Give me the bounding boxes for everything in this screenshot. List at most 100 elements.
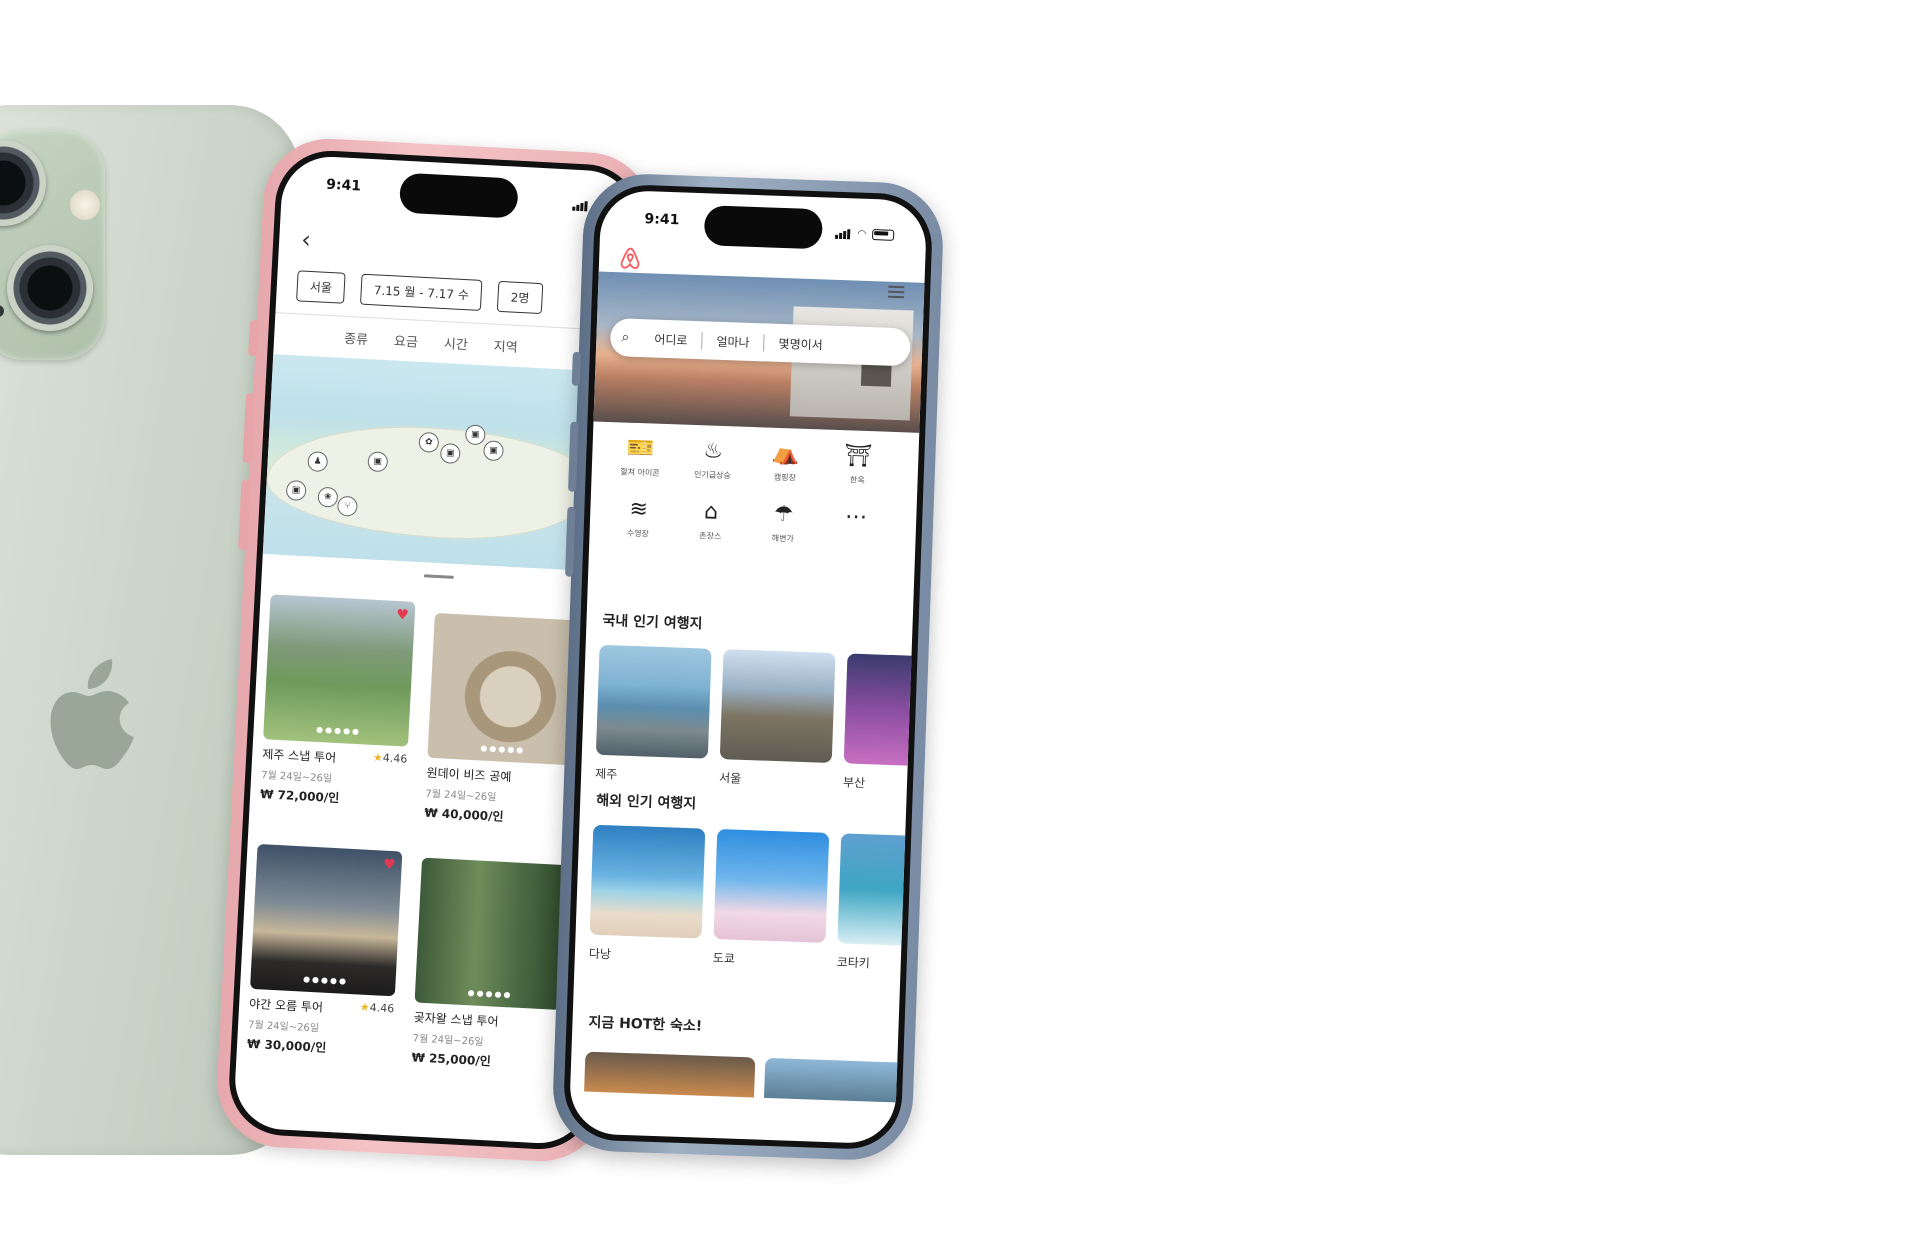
result-rating: ★4.46 [359,1000,395,1016]
result-rating: ★4.46 [372,750,408,766]
category-trending[interactable]: ♨ 인기급상승 [676,436,750,482]
category-camping[interactable]: ⛺ 캠핑장 [748,439,822,485]
category-ticket[interactable]: 🎫 할쳐 아이콘 [604,434,678,480]
hot-listing-photo[interactable] [763,1057,934,1104]
destination-label: 서울 [718,771,742,786]
overseas-section-title: 해외 인기 여행지 [595,792,697,813]
sheet-handle[interactable] [423,574,454,579]
heart-icon[interactable]: ♥ [396,607,409,624]
beach-umbrella-icon: ☂ [773,501,794,528]
result-card[interactable]: ♥ ●●●●● 야간 오름 투어 ★4.46 7월 24일~26일 ₩ 30,0… [247,843,403,1059]
status-time: 9:41 [644,211,680,229]
category-label [819,534,891,537]
status-icons: ◠ [835,220,895,241]
carousel-dots: ●●●●● [302,974,349,986]
result-title: 원데이 비즈 공예 [426,765,512,785]
result-title: 제주 스냅 투어 [261,747,337,765]
destination-card[interactable]: 부산 [843,653,934,794]
category-label: 인기급상승 [693,470,731,481]
destination-label: 부산 [842,775,866,791]
sort-tab-time[interactable]: 시간 [443,333,468,353]
battery-icon [871,229,895,241]
carousel-dots: ●●●●● [315,724,362,737]
destination-card[interactable]: 도쿄 [713,829,830,970]
heart-icon[interactable]: ♥ [383,857,396,874]
filter-guests[interactable]: 2명 [496,280,544,315]
category-label: 할쳐 아이콘 [620,467,660,478]
destination-card[interactable]: 다낭 [589,824,706,966]
filter-row: 서울 7.15 월 - 7.17 수 2명 [296,270,544,315]
search-guests[interactable]: 몇명이서 [764,334,837,354]
carousel-dots: ●●●●● [480,743,526,755]
side-button [571,351,581,386]
signal-icon [835,220,852,240]
sort-tabs: 종류 요금 시간 지역 [344,328,518,356]
category-hanok[interactable]: ⛩ 한옥 [821,441,895,487]
camera-lens-icon [0,140,46,226]
result-photo: ●●●●● [427,612,580,766]
status-time: 9:41 [325,176,362,195]
pool-icon: ≋ [629,496,649,523]
search-icon: ⌕ [621,329,630,346]
result-price: ₩ 72,000/인 [259,787,340,806]
search-price[interactable]: 얼마나 [702,331,765,351]
result-title: 야간 오름 투어 [248,996,324,1015]
carousel-dots: ●●●●● [467,988,513,1000]
result-price: ₩ 40,000/인 [424,805,504,824]
hot-listing-photo[interactable] [584,1051,756,1098]
camping-icon: ⛺ [771,440,800,467]
side-button [248,319,260,357]
flame-icon: ♨ [702,438,724,464]
search-where[interactable]: 어디로 [640,329,703,349]
sort-tab-type[interactable]: 종류 [344,328,369,348]
category-label: 한옥 [849,475,865,485]
back-chevron-icon[interactable]: ‹ [301,225,312,253]
category-beach[interactable]: ☂ 해변가 [746,500,820,546]
hot-listings [584,1051,934,1104]
home-screen: 9:41 ◠ ⌕ 어디로 얼마나 몇명이서 🎫 할쳐 아이콘 ♨ 인기급상승 ⛺… [562,183,934,1151]
camera-lens-icon [7,245,93,331]
sort-tab-price[interactable]: 요금 [394,330,419,350]
destination-photo [713,829,830,943]
destination-photo [595,644,712,759]
destination-label: 코타키 [836,955,871,971]
result-title: 곶자왈 스냅 투어 [413,1010,499,1029]
category-label: 해변가 [771,533,794,544]
category-label: 촌장스 [699,531,722,541]
sort-tab-region[interactable]: 지역 [493,336,518,356]
destination-photo [589,824,706,939]
signal-icon [572,192,589,212]
dynamic-island [398,172,519,219]
destination-label: 도쿄 [712,950,736,966]
microphone-icon [0,305,4,317]
destination-label: 제주 [594,766,618,782]
result-price: ₩ 25,000/인 [411,1050,492,1069]
category-pool[interactable]: ≋ 수영장 [601,495,675,541]
blue-phone: 9:41 ◠ ⌕ 어디로 얼마나 몇명이서 🎫 할쳐 아이콘 ♨ 인기급상승 ⛺… [551,172,945,1162]
destination-card[interactable]: 서울 [719,649,836,790]
result-photo: ♥ ●●●●● [250,843,403,997]
divider [275,312,629,332]
airbnb-logo-icon[interactable] [619,246,642,271]
countryside-icon: ⌂ [703,499,719,525]
result-card[interactable]: ●●●●● 원데이 비즈 공예 7월 24일~26일 ₩ 40,000/인 [424,612,580,828]
result-photo: ♥ ●●●●● [263,594,416,747]
destination-card[interactable]: 코타키 [836,833,934,974]
destination-card[interactable]: 제주 [594,644,712,786]
result-card[interactable]: ●●●●● 곶자왈 스냅 투어 7월 24일~26일 ₩ 25,000/인 [411,857,567,1073]
volume-down-button [565,506,576,577]
category-countryside[interactable]: ⌂ 촌장스 [674,497,748,543]
hanok-icon: ⛩ [843,443,873,470]
category-label: 수영장 [626,528,650,539]
filter-location[interactable]: 서울 [296,270,346,304]
category-more[interactable]: ⋯ [819,502,893,548]
menu-icon[interactable] [887,285,905,302]
dynamic-island [703,205,824,250]
result-card[interactable]: ♥ ●●●●● 제주 스냅 투어 ★4.46 7월 24일~26일 ₩ 72,0… [260,594,416,809]
filter-dates[interactable]: 7.15 월 - 7.17 수 [360,273,483,311]
more-icon: ⋯ [844,504,868,531]
wifi-icon: ◠ [857,228,867,240]
category-label: 캠핑장 [773,472,797,483]
category-grid: 🎫 할쳐 아이콘 ♨ 인기급상승 ⛺ 캠핑장 ⛩ 한옥 ≋ 수영장 ⌂ 촌장스 [601,434,894,548]
domestic-section-title: 국내 인기 여행지 [602,612,703,633]
